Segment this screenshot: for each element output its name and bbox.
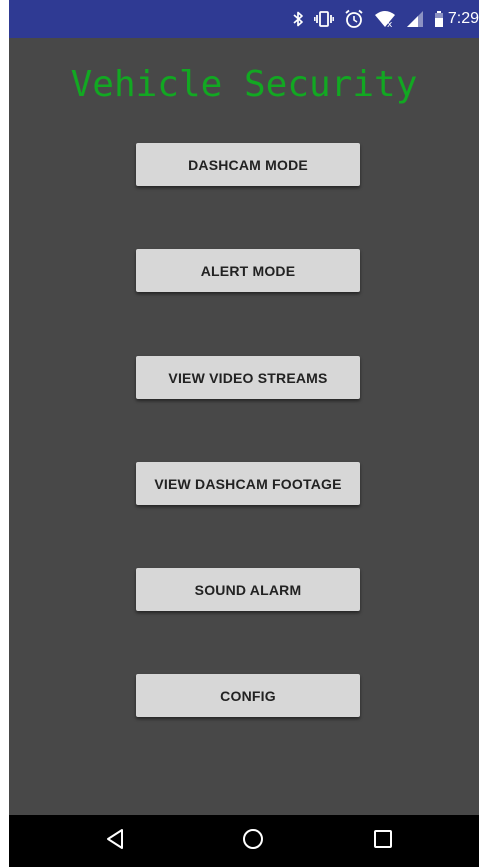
signal-icon	[406, 10, 424, 28]
recents-icon	[373, 829, 393, 854]
dashcam-mode-button[interactable]: DASHCAM MODE	[136, 143, 360, 186]
recents-button[interactable]	[353, 815, 413, 867]
home-icon	[242, 828, 264, 855]
app-screen: x 7:29 Vehicle Security DASHCAM MODE ALE…	[9, 0, 479, 867]
config-button[interactable]: CONFIG	[136, 674, 360, 717]
alert-mode-button[interactable]: ALERT MODE	[136, 249, 360, 292]
sound-alarm-button[interactable]: SOUND ALARM	[136, 568, 360, 611]
status-icons: x	[292, 9, 444, 29]
vibrate-icon	[313, 10, 334, 28]
alarm-icon	[344, 9, 364, 29]
view-dashcam-footage-button[interactable]: VIEW DASHCAM FOOTAGE	[136, 462, 360, 505]
app-title: Vehicle Security	[70, 64, 418, 105]
bluetooth-icon	[292, 10, 304, 28]
back-icon	[105, 828, 125, 855]
svg-text:x: x	[387, 20, 393, 28]
status-bar: x 7:29	[9, 0, 479, 38]
back-button[interactable]	[85, 815, 145, 867]
navigation-bar	[9, 815, 479, 867]
battery-icon	[434, 10, 444, 28]
status-time: 7:29	[447, 10, 479, 27]
wifi-icon: x	[374, 10, 396, 28]
view-video-streams-button[interactable]: VIEW VIDEO STREAMS	[136, 356, 360, 399]
home-button[interactable]	[223, 815, 283, 867]
